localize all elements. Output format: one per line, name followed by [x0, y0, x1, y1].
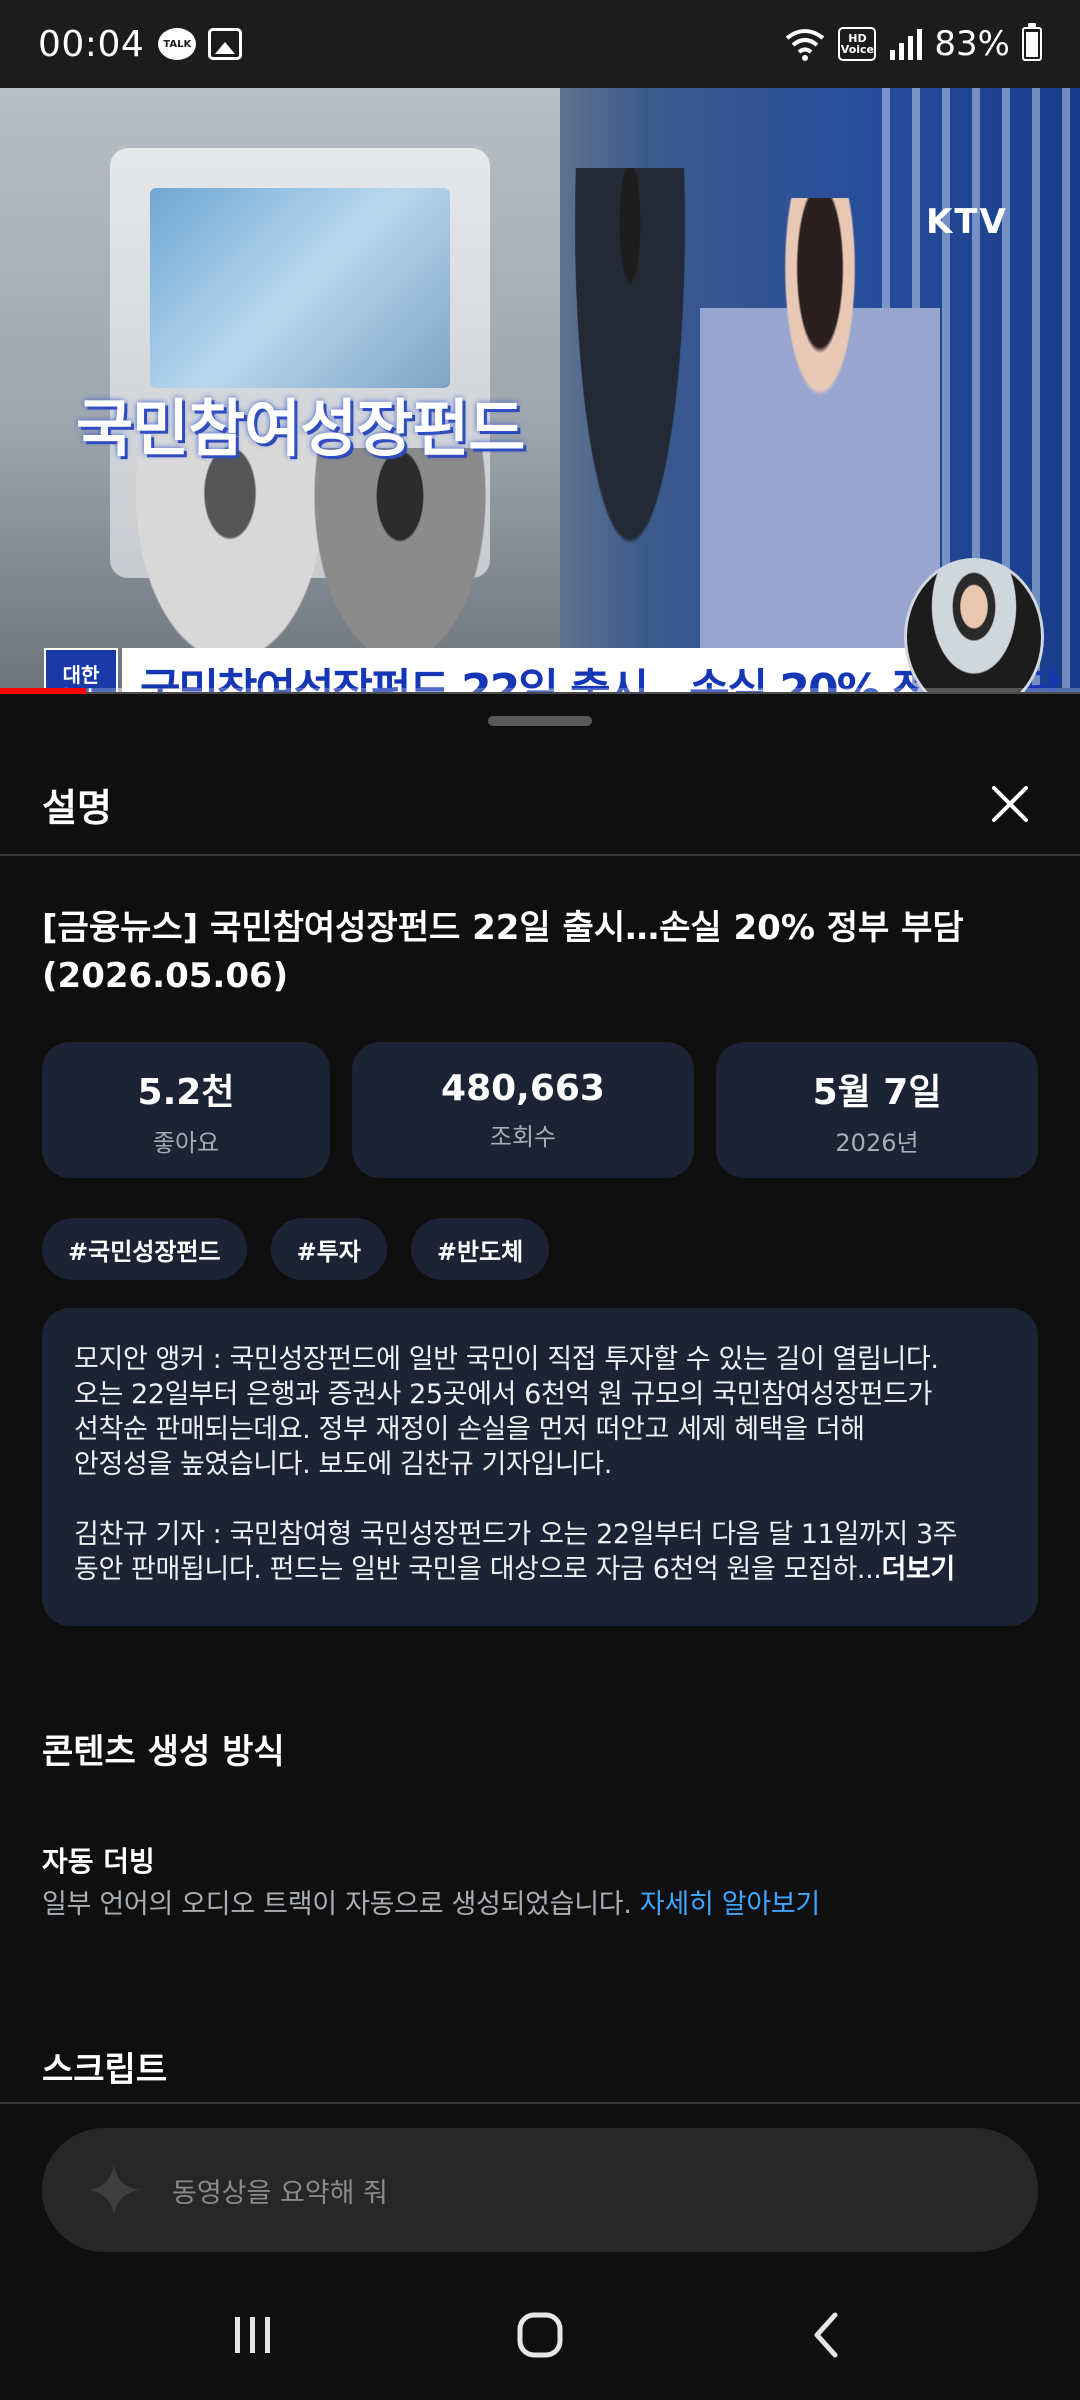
- description-line: 안정성을 높였습니다. 보도에 김찬규 기자입니다.: [74, 1449, 612, 1480]
- description-line: 오는 22일부터 은행과 증권사 25곳에서 6천억 원 규모의 국민참여성장펀…: [74, 1379, 933, 1410]
- video-lower-third: 국민참여성장펀드 22일 출시…손실 20% 정부 부담: [122, 648, 1061, 692]
- sparkle-icon: [88, 2164, 140, 2216]
- back-button[interactable]: [787, 2295, 867, 2375]
- description-line: 김찬규 기자 : 국민참여형 국민성장펀드가 오는 22일부터 다음 달 11일…: [74, 1519, 958, 1550]
- wifi-icon: [786, 29, 825, 61]
- description-gap: [74, 1482, 1006, 1517]
- learn-more-link[interactable]: 자세히 알아보기: [640, 1889, 820, 1920]
- close-icon: [992, 786, 1028, 822]
- likes-value: 5.2천: [137, 1071, 235, 1113]
- video-kiosk-screen: [150, 188, 450, 388]
- video-progress-fill: [0, 688, 87, 694]
- battery-percent: 83%: [934, 24, 1010, 64]
- stats-row: 5.2천 좋아요 480,663 조회수 5월 7일 2026년: [42, 1042, 1038, 1178]
- back-icon: [814, 2312, 838, 2358]
- video-person: [560, 168, 700, 628]
- video-overlay-title: 국민참여성장펀드: [76, 392, 525, 465]
- battery-fill: [1026, 32, 1038, 57]
- content-generation-heading: 콘텐츠 생성 방식: [42, 1732, 285, 1772]
- video-title: [금융뉴스] 국민참여성장펀드 22일 출시…손실 20% 정부 부담(2026…: [42, 908, 964, 996]
- status-time: 00:04: [38, 23, 145, 65]
- status-right: HD Voice 83%: [784, 23, 1042, 64]
- gallery-notification-icon: [208, 28, 243, 60]
- hashtag-list: #국민성장펀드 #투자 #반도체: [42, 1218, 550, 1280]
- sheet-header: 설명: [0, 754, 1080, 854]
- auto-dubbing-description: 일부 언어의 오디오 트랙이 자동으로 생성되었습니다. 자세히 알아보기: [42, 1882, 820, 1921]
- script-heading: 스크립트: [42, 2050, 168, 2090]
- description-box[interactable]: 모지안 앵커 : 국민성장펀드에 일반 국민이 직접 투자할 수 있는 길이 열…: [42, 1308, 1038, 1626]
- views-card: 480,663 조회수: [352, 1042, 694, 1178]
- sheet-drag-handle[interactable]: [488, 716, 592, 726]
- auto-dubbing-title: 자동 더빙: [42, 1845, 155, 1878]
- home-icon: [517, 2312, 563, 2358]
- likes-label: 좋아요: [152, 1128, 220, 1157]
- hd-voice-icon: HD Voice: [838, 27, 877, 61]
- signal-icon: [890, 29, 923, 60]
- hd-label-bottom: Voice: [840, 43, 875, 56]
- date-card: 5월 7일 2026년: [716, 1042, 1038, 1178]
- close-button[interactable]: [982, 776, 1038, 832]
- sheet-title: 설명: [42, 785, 112, 830]
- ask-ai-input[interactable]: 동영상을 요약해 줘: [42, 2128, 1038, 2252]
- talk-notification-icon: TALK: [158, 28, 197, 60]
- auto-dubbing-text: 일부 언어의 오디오 트랙이 자동으로 생성되었습니다.: [42, 1889, 632, 1920]
- likes-card: 5.2천 좋아요: [42, 1042, 330, 1178]
- description-line: 모지안 앵커 : 국민성장펀드에 일반 국민이 직접 투자할 수 있는 길이 열…: [74, 1344, 939, 1375]
- header-divider: [0, 854, 1080, 856]
- news-badge: 대한 뉴스: [44, 648, 118, 692]
- recents-icon: [235, 2317, 271, 2353]
- status-bar: 00:04 TALK HD Voice 83%: [0, 0, 1080, 88]
- more-button[interactable]: 더보기: [881, 1554, 955, 1585]
- recents-button[interactable]: [213, 2295, 293, 2375]
- bottom-divider: [0, 2102, 1080, 2104]
- video-news-anchor: [700, 198, 940, 692]
- home-button[interactable]: [500, 2295, 580, 2375]
- hashtag-chip[interactable]: #투자: [270, 1218, 387, 1280]
- description-last-line: 동안 판매됩니다. 펀드는 일반 국민을 대상으로 자금 6천억 원을 모집하.…: [74, 1552, 1006, 1587]
- video-player[interactable]: KTV 국민참여성장펀드 대한 뉴스 국민참여성장펀드 22일 출시…손실 20…: [0, 88, 1080, 692]
- ask-ai-placeholder: 동영상을 요약해 줘: [172, 2177, 388, 2209]
- system-navigation-bar: [0, 2270, 1080, 2400]
- hashtag-chip[interactable]: #반도체: [410, 1218, 550, 1280]
- channel-logo: KTV: [926, 202, 1008, 242]
- battery-icon: [1022, 23, 1042, 61]
- video-progress-bar[interactable]: [0, 688, 1080, 694]
- description-line: 선착순 판매되는데요. 정부 재정이 손실을 먼저 떠안고 세제 혜택을 더해: [74, 1414, 865, 1445]
- views-label: 조회수: [489, 1123, 557, 1151]
- year-label: 2026년: [835, 1128, 919, 1157]
- description-line: 동안 판매됩니다. 펀드는 일반 국민을 대상으로 자금 6천억 원을 모집하.…: [74, 1554, 882, 1585]
- description-sheet: 설명 [금융뉴스] 국민참여성장펀드 22일 출시…손실 20% 정부 부담(2…: [0, 696, 1080, 2400]
- hashtag-chip[interactable]: #국민성장펀드: [42, 1218, 247, 1280]
- views-value: 480,663: [441, 1068, 605, 1109]
- date-value: 5월 7일: [812, 1071, 942, 1113]
